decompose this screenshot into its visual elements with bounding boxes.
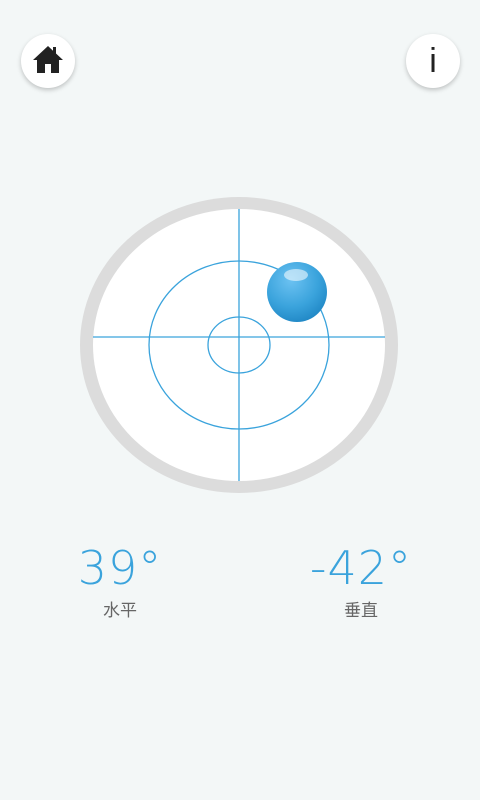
bubble-level xyxy=(78,195,398,495)
vertical-angle-value: -42° xyxy=(309,541,413,595)
home-button[interactable] xyxy=(21,34,75,88)
home-icon xyxy=(32,44,64,78)
vertical-label: 垂直 xyxy=(344,601,378,621)
vertical-readout: -42° 垂直 xyxy=(261,540,461,621)
horizontal-readout: 39° 水平 xyxy=(20,540,220,621)
info-button[interactable]: i xyxy=(406,34,460,88)
info-icon: i xyxy=(429,42,437,80)
horizontal-label: 水平 xyxy=(103,601,137,621)
level-bubble xyxy=(267,262,327,322)
horizontal-angle-value: 39° xyxy=(77,541,163,595)
